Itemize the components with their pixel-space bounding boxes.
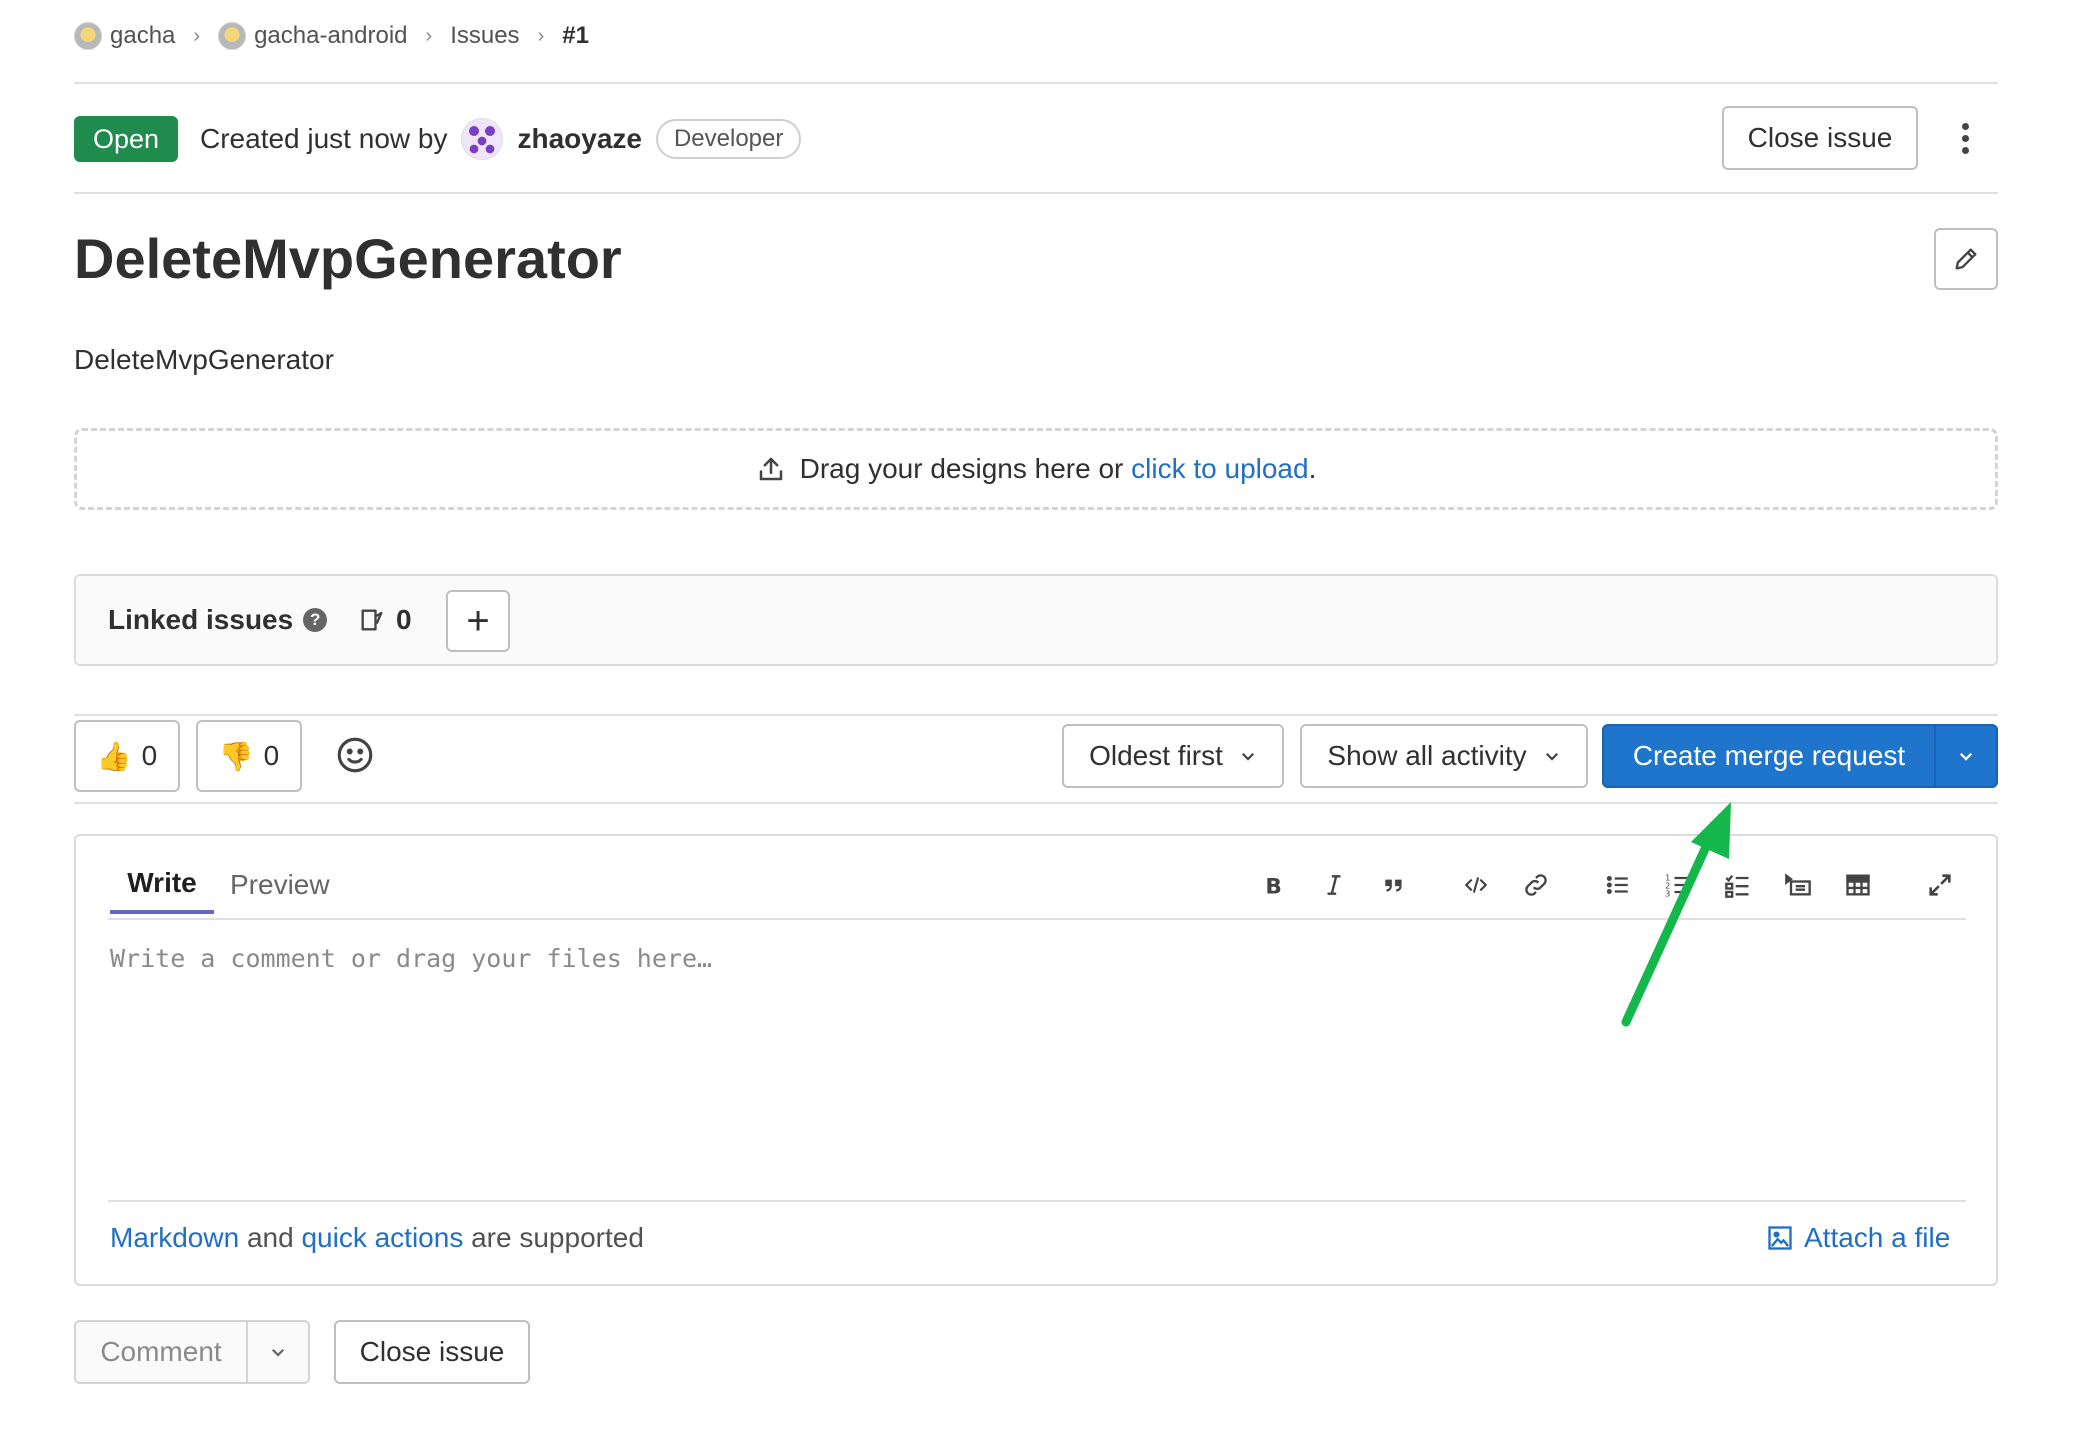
linked-issues-panel: Linked issues ? 0 + bbox=[74, 574, 1998, 666]
chevron-down-icon bbox=[1241, 752, 1254, 761]
fullscreen-icon[interactable] bbox=[1918, 856, 1962, 914]
table-icon[interactable] bbox=[1836, 856, 1880, 914]
link-icon[interactable] bbox=[1514, 856, 1558, 914]
comment-button[interactable]: Comment bbox=[76, 1322, 246, 1382]
task-list-icon[interactable] bbox=[1716, 856, 1760, 914]
chevron-down-icon bbox=[1959, 752, 1973, 761]
bullet-list-icon[interactable] bbox=[1596, 856, 1640, 914]
issue-description: DeleteMvpGenerator bbox=[74, 344, 334, 375]
create-merge-request-button[interactable]: Create merge request bbox=[1604, 726, 1934, 786]
close-issue-bottom-button[interactable]: Close issue bbox=[334, 1320, 530, 1384]
chevron-down-icon bbox=[1545, 752, 1558, 761]
divider bbox=[108, 918, 1966, 920]
breadcrumb-item-project[interactable]: gacha-android bbox=[218, 22, 408, 50]
activity-filter-label: Show all activity bbox=[1327, 740, 1527, 771]
author-name[interactable]: zhaoyaze bbox=[517, 123, 642, 155]
pencil-icon bbox=[1955, 248, 1977, 270]
breadcrumb-group-label[interactable]: gacha bbox=[110, 22, 175, 50]
help-icon[interactable]: ? bbox=[303, 608, 328, 632]
numbered-list-icon[interactable]: 123 bbox=[1656, 856, 1700, 914]
svg-text:3: 3 bbox=[1665, 889, 1670, 899]
code-icon[interactable] bbox=[1454, 856, 1498, 914]
comment-textarea[interactable]: Write a comment or drag your files here… bbox=[110, 944, 712, 973]
divider bbox=[74, 192, 1998, 194]
thumbs-down-icon: 👎 bbox=[218, 740, 254, 772]
merge-request-options-toggle[interactable] bbox=[1934, 726, 1996, 786]
sort-label: Oldest first bbox=[1089, 740, 1223, 771]
divider bbox=[74, 714, 1998, 716]
issues-icon bbox=[361, 609, 383, 631]
markdown-note: Markdown and quick actions are supported bbox=[110, 1222, 644, 1253]
project-avatar-icon bbox=[218, 22, 247, 50]
divider bbox=[74, 82, 1998, 84]
breadcrumb-item-issues[interactable]: Issues bbox=[450, 22, 519, 50]
linked-issues-title: Linked issues bbox=[108, 604, 294, 635]
group-avatar-icon bbox=[74, 22, 102, 50]
breadcrumb-item-group[interactable]: gacha bbox=[74, 22, 175, 50]
thumbs-down-count: 0 bbox=[263, 740, 280, 771]
status-badge: Open bbox=[74, 116, 178, 162]
author-avatar[interactable] bbox=[461, 118, 504, 160]
thumbs-up-count: 0 bbox=[141, 740, 158, 771]
chevron-down-icon bbox=[271, 1348, 285, 1357]
design-dropzone[interactable]: Drag your designs here or click to uploa… bbox=[74, 428, 1998, 510]
svg-text:B: B bbox=[1265, 875, 1282, 898]
breadcrumb-item-current[interactable]: #1 bbox=[562, 22, 589, 50]
italic-icon[interactable] bbox=[1312, 856, 1356, 914]
markdown-link[interactable]: Markdown bbox=[110, 1222, 239, 1253]
linked-issues-heading: Linked issues ? bbox=[108, 576, 328, 664]
add-reaction-button[interactable] bbox=[334, 734, 376, 776]
quick-actions-link[interactable]: quick actions bbox=[301, 1222, 463, 1253]
edit-title-button[interactable] bbox=[1934, 228, 1998, 290]
sort-dropdown[interactable]: Oldest first bbox=[1062, 724, 1284, 788]
comment-options-toggle[interactable] bbox=[246, 1322, 308, 1382]
collapsible-section-icon[interactable] bbox=[1776, 856, 1820, 914]
activity-filter-dropdown[interactable]: Show all activity bbox=[1300, 724, 1588, 788]
thumbs-up-icon: 👍 bbox=[96, 740, 132, 772]
issue-meta: Created just now by zhaoyaze Developer bbox=[200, 116, 802, 162]
bold-icon[interactable]: B bbox=[1252, 856, 1296, 914]
attach-file-label: Attach a file bbox=[1804, 1222, 1951, 1253]
breadcrumb-separator: › bbox=[425, 24, 433, 47]
thumbs-up-button[interactable]: 👍 0 bbox=[74, 720, 180, 792]
smiley-icon bbox=[337, 737, 373, 773]
create-merge-request-group: Create merge request bbox=[1602, 724, 1998, 788]
attach-file-link[interactable]: Attach a file bbox=[1766, 1222, 1950, 1254]
created-text: Created just now by bbox=[200, 123, 448, 154]
quote-icon[interactable] bbox=[1372, 856, 1416, 914]
comment-button-group: Comment bbox=[74, 1320, 310, 1384]
role-badge: Developer bbox=[655, 119, 802, 159]
tab-write[interactable]: Write bbox=[110, 856, 214, 914]
add-linked-issue-button[interactable]: + bbox=[446, 590, 510, 652]
image-icon bbox=[1768, 1226, 1792, 1250]
linked-count-value: 0 bbox=[396, 604, 412, 635]
upload-icon bbox=[759, 457, 782, 481]
comment-editor: Write Preview B 123 Write a comment or d… bbox=[74, 834, 1998, 1286]
click-to-upload-link[interactable]: click to upload bbox=[1131, 453, 1308, 484]
linked-issues-count: 0 bbox=[358, 576, 412, 664]
close-issue-button[interactable]: Close issue bbox=[1722, 106, 1918, 170]
divider bbox=[74, 802, 1998, 804]
tab-preview[interactable]: Preview bbox=[230, 856, 330, 914]
breadcrumb-separator: › bbox=[537, 24, 545, 47]
more-actions-icon[interactable] bbox=[1950, 112, 1980, 164]
breadcrumb: gacha › gacha-android › Issues › #1 bbox=[74, 18, 589, 54]
dropzone-text: Drag your designs here or click to uploa… bbox=[799, 453, 1317, 484]
breadcrumb-project-label[interactable]: gacha-android bbox=[254, 22, 407, 50]
thumbs-down-button[interactable]: 👎 0 bbox=[196, 720, 302, 792]
issue-title: DeleteMvpGenerator bbox=[74, 227, 622, 290]
breadcrumb-separator: › bbox=[193, 24, 201, 47]
divider bbox=[108, 1200, 1966, 1202]
